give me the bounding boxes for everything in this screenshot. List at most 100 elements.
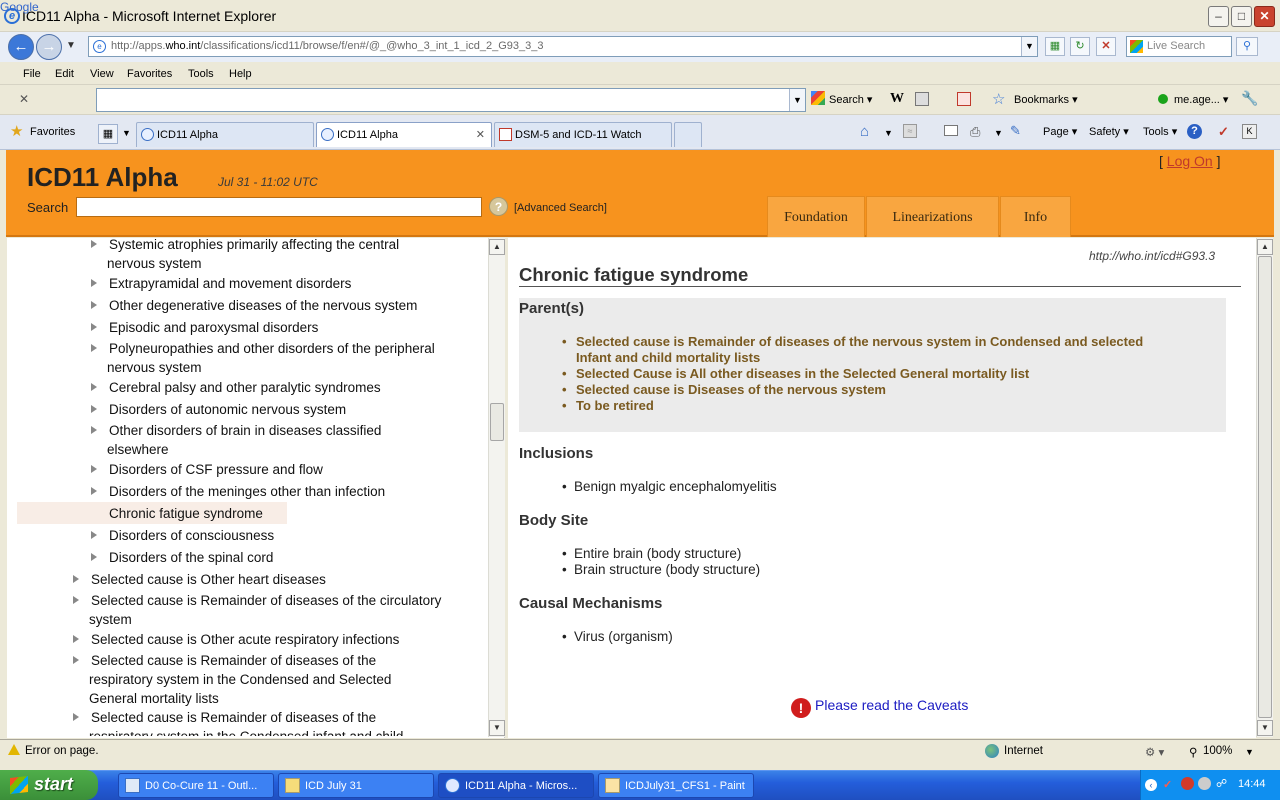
address-bar[interactable]: e http://apps.who.int/classifications/ic… bbox=[88, 36, 1038, 57]
site-brand[interactable]: ICD11 Alpha bbox=[27, 162, 178, 193]
tree-item-continuation[interactable]: system bbox=[89, 610, 132, 629]
expand-icon[interactable] bbox=[73, 575, 79, 583]
forward-button[interactable]: → bbox=[36, 34, 62, 60]
tree-item[interactable]: Selected cause is Other heart diseases bbox=[91, 570, 326, 589]
page-menu[interactable]: Page ▾ bbox=[1043, 125, 1077, 138]
tree-item[interactable]: Other degenerative diseases of the nervo… bbox=[109, 296, 417, 315]
detail-scroll-up-button[interactable]: ▲ bbox=[1257, 239, 1273, 255]
menu-tools[interactable]: Tools bbox=[188, 68, 214, 80]
bookmarks-button[interactable]: Bookmarks ▾ bbox=[1014, 93, 1078, 106]
close-toolbar-icon[interactable]: ✕ bbox=[19, 92, 29, 106]
translate-icon[interactable] bbox=[957, 92, 971, 106]
zoom-icon[interactable]: ⚲ bbox=[1189, 745, 1197, 759]
tab-icd11-alpha-2[interactable]: ICD11 Alpha ✕ bbox=[316, 122, 492, 147]
tree-item[interactable]: Selected cause is Remainder of diseases … bbox=[91, 591, 441, 610]
parent-link[interactable]: Selected Cause is All other diseases in … bbox=[576, 366, 1029, 382]
favorites-star-icon[interactable]: ★ bbox=[10, 122, 23, 140]
nav-tab-linearizations[interactable]: Linearizations bbox=[866, 196, 999, 237]
protected-mode-icon[interactable]: ⚙ ▾ bbox=[1145, 745, 1164, 759]
quick-tabs-icon[interactable]: ▦ bbox=[98, 124, 118, 144]
zoom-level[interactable]: 100% bbox=[1203, 745, 1232, 757]
home-dropdown-icon[interactable]: ▼ bbox=[884, 128, 893, 138]
tree-item-selected[interactable]: Chronic fatigue syndrome bbox=[109, 504, 263, 523]
tree-item[interactable]: Extrapyramidal and movement disorders bbox=[109, 274, 351, 293]
tree-scroll-thumb[interactable] bbox=[490, 403, 504, 441]
wikipedia-icon[interactable]: W bbox=[890, 91, 904, 107]
taskbar-item-ie[interactable]: ICD11 Alpha - Micros... bbox=[438, 773, 594, 798]
page-zoom-icon[interactable]: ✎ bbox=[1010, 123, 1021, 139]
tray-app-icon[interactable] bbox=[1198, 777, 1211, 790]
menu-view[interactable]: View bbox=[90, 68, 114, 80]
wrench-icon[interactable]: 🔧 bbox=[1241, 90, 1258, 107]
google-search-button[interactable]: Search ▾ bbox=[829, 93, 872, 106]
maximize-button[interactable]: □ bbox=[1231, 6, 1252, 27]
nav-tab-info[interactable]: Info bbox=[1000, 196, 1071, 237]
stop-icon[interactable]: ✕ bbox=[1096, 37, 1116, 56]
messenger-icon[interactable]: K bbox=[1242, 124, 1257, 139]
tree-item[interactable]: Disorders of CSF pressure and flow bbox=[109, 460, 323, 479]
new-tab-button[interactable] bbox=[674, 122, 702, 147]
tree-item[interactable]: Disorders of consciousness bbox=[109, 526, 274, 545]
site-search-input[interactable] bbox=[76, 197, 482, 217]
tray-network-icon[interactable]: ☍ bbox=[1216, 777, 1227, 790]
taskbar-item-folder[interactable]: ICD July 31 bbox=[278, 773, 434, 798]
parent-link-continuation[interactable]: Infant and child mortality lists bbox=[576, 350, 760, 366]
tab-list-dropdown-icon[interactable]: ▼ bbox=[122, 128, 131, 138]
tree-item[interactable]: Selected cause is Remainder of diseases … bbox=[91, 708, 376, 727]
expand-icon[interactable] bbox=[73, 596, 79, 604]
read-mail-icon[interactable] bbox=[944, 125, 958, 136]
print-icon[interactable]: ⎙ bbox=[970, 124, 980, 140]
tree-item-continuation[interactable]: elsewhere bbox=[107, 440, 169, 459]
tab-dsm5-icd11-watch[interactable]: DSM-5 and ICD-11 Watch bbox=[494, 122, 672, 147]
expand-icon[interactable] bbox=[73, 635, 79, 643]
parent-link[interactable]: Selected cause is Remainder of diseases … bbox=[576, 334, 1143, 350]
tree-item[interactable]: Systemic atrophies primarily affecting t… bbox=[109, 235, 399, 254]
tree-item[interactable]: Disorders of the spinal cord bbox=[109, 548, 273, 567]
parent-link[interactable]: To be retired bbox=[576, 398, 654, 414]
tree-item-continuation[interactable]: respiratory system in the Condensed and … bbox=[89, 670, 391, 689]
menu-favorites[interactable]: Favorites bbox=[127, 68, 172, 80]
tray-expand-icon[interactable]: ‹ bbox=[1145, 779, 1157, 791]
tab-icd11-alpha-1[interactable]: ICD11 Alpha bbox=[136, 122, 314, 147]
logon-link[interactable]: Log On bbox=[1167, 153, 1213, 169]
help-icon[interactable]: ? bbox=[1187, 124, 1202, 139]
tree-item[interactable]: Disorders of the meninges other than inf… bbox=[109, 482, 385, 501]
tree-item[interactable]: Episodic and paroxysmal disorders bbox=[109, 318, 318, 337]
back-button[interactable]: ← bbox=[8, 34, 34, 60]
tree-item[interactable]: Other disorders of brain in diseases cla… bbox=[109, 421, 381, 440]
tree-scroll-down-button[interactable]: ▼ bbox=[489, 720, 505, 736]
tree-item[interactable]: Cerebral palsy and other paralytic syndr… bbox=[109, 378, 381, 397]
warning-triangle-icon[interactable] bbox=[8, 744, 20, 755]
detail-scroll-thumb[interactable] bbox=[1258, 256, 1272, 718]
search-help-icon[interactable]: ? bbox=[489, 197, 508, 216]
detail-scroll-down-button[interactable]: ▼ bbox=[1257, 720, 1273, 736]
favorites-label[interactable]: Favorites bbox=[30, 126, 75, 138]
google-search-dropdown-icon[interactable]: ▼ bbox=[789, 89, 805, 111]
expand-icon[interactable] bbox=[91, 323, 97, 331]
status-message[interactable]: Error on page. bbox=[25, 745, 99, 757]
tree-item[interactable]: Polyneuropathies and other disorders of … bbox=[109, 339, 435, 358]
tree-item[interactable]: Selected cause is Remainder of diseases … bbox=[91, 651, 376, 670]
live-search-input[interactable]: Live Search bbox=[1126, 36, 1232, 57]
google-search-input[interactable]: ▼ bbox=[96, 88, 806, 112]
tree-item-continuation[interactable]: General mortality lists bbox=[89, 689, 219, 708]
feeds-icon[interactable]: ≈ bbox=[903, 124, 917, 138]
taskbar-clock[interactable]: 14:44 bbox=[1238, 778, 1266, 790]
menu-file[interactable]: File bbox=[23, 68, 41, 80]
expand-icon[interactable] bbox=[91, 426, 97, 434]
tools-menu[interactable]: Tools ▾ bbox=[1143, 125, 1177, 138]
taskbar-item-outlook[interactable]: D0 Co-Cure 11 - Outl... bbox=[118, 773, 274, 798]
tray-adobe-icon[interactable] bbox=[1181, 777, 1194, 790]
expand-icon[interactable] bbox=[91, 240, 97, 248]
zoom-dropdown-icon[interactable]: ▼ bbox=[1245, 747, 1254, 757]
refresh-icon[interactable]: ↻ bbox=[1070, 37, 1090, 56]
close-window-button[interactable]: ✕ bbox=[1254, 6, 1275, 27]
tree-item[interactable]: Disorders of autonomic nervous system bbox=[109, 400, 346, 419]
tree-item-continuation[interactable]: nervous system bbox=[107, 358, 202, 377]
home-icon[interactable]: ⌂ bbox=[860, 123, 869, 140]
minimize-button[interactable]: – bbox=[1208, 6, 1229, 27]
tree-item-continuation[interactable]: respiratory system in the Condensed infa… bbox=[89, 727, 403, 736]
expand-icon[interactable] bbox=[91, 301, 97, 309]
expand-icon[interactable] bbox=[91, 553, 97, 561]
compatibility-view-icon[interactable]: ▦ bbox=[1045, 37, 1065, 56]
